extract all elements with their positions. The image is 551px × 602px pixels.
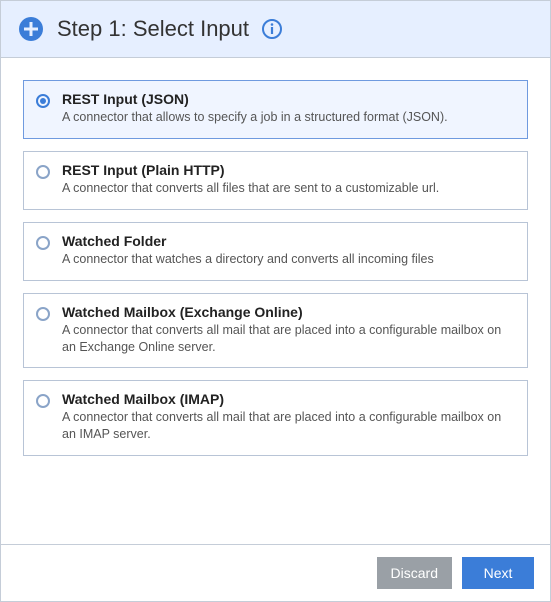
option-description: A connector that converts all mail that … (62, 322, 515, 356)
input-option[interactable]: Watched Folder A connector that watches a… (23, 222, 528, 281)
option-title: REST Input (Plain HTTP) (62, 162, 515, 178)
radio-icon (36, 307, 50, 321)
info-icon[interactable] (261, 18, 283, 40)
option-description: A connector that watches a directory and… (62, 251, 515, 268)
option-title: Watched Mailbox (IMAP) (62, 391, 515, 407)
radio-icon (36, 394, 50, 408)
options-list: REST Input (JSON) A connector that allows… (1, 58, 550, 544)
option-description: A connector that allows to specify a job… (62, 109, 515, 126)
wizard-title: Step 1: Select Input (57, 16, 249, 42)
radio-icon (36, 236, 50, 250)
option-title: Watched Folder (62, 233, 515, 249)
option-text: Watched Mailbox (Exchange Online) A conne… (62, 304, 515, 356)
input-option[interactable]: REST Input (JSON) A connector that allows… (23, 80, 528, 139)
input-option[interactable]: Watched Mailbox (Exchange Online) A conne… (23, 293, 528, 369)
option-description: A connector that converts all files that… (62, 180, 515, 197)
wizard-footer: Discard Next (1, 544, 550, 601)
radio-icon (36, 94, 50, 108)
option-text: REST Input (JSON) A connector that allows… (62, 91, 515, 126)
option-title: REST Input (JSON) (62, 91, 515, 107)
radio-icon (36, 165, 50, 179)
input-option[interactable]: REST Input (Plain HTTP) A connector that … (23, 151, 528, 210)
option-text: Watched Folder A connector that watches a… (62, 233, 515, 268)
input-option[interactable]: Watched Mailbox (IMAP) A connector that c… (23, 380, 528, 456)
next-button[interactable]: Next (462, 557, 534, 589)
option-title: Watched Mailbox (Exchange Online) (62, 304, 515, 320)
plus-circle-icon (17, 15, 45, 43)
option-text: REST Input (Plain HTTP) A connector that … (62, 162, 515, 197)
option-text: Watched Mailbox (IMAP) A connector that c… (62, 391, 515, 443)
option-description: A connector that converts all mail that … (62, 409, 515, 443)
wizard-header: Step 1: Select Input (1, 1, 550, 58)
discard-button[interactable]: Discard (377, 557, 452, 589)
